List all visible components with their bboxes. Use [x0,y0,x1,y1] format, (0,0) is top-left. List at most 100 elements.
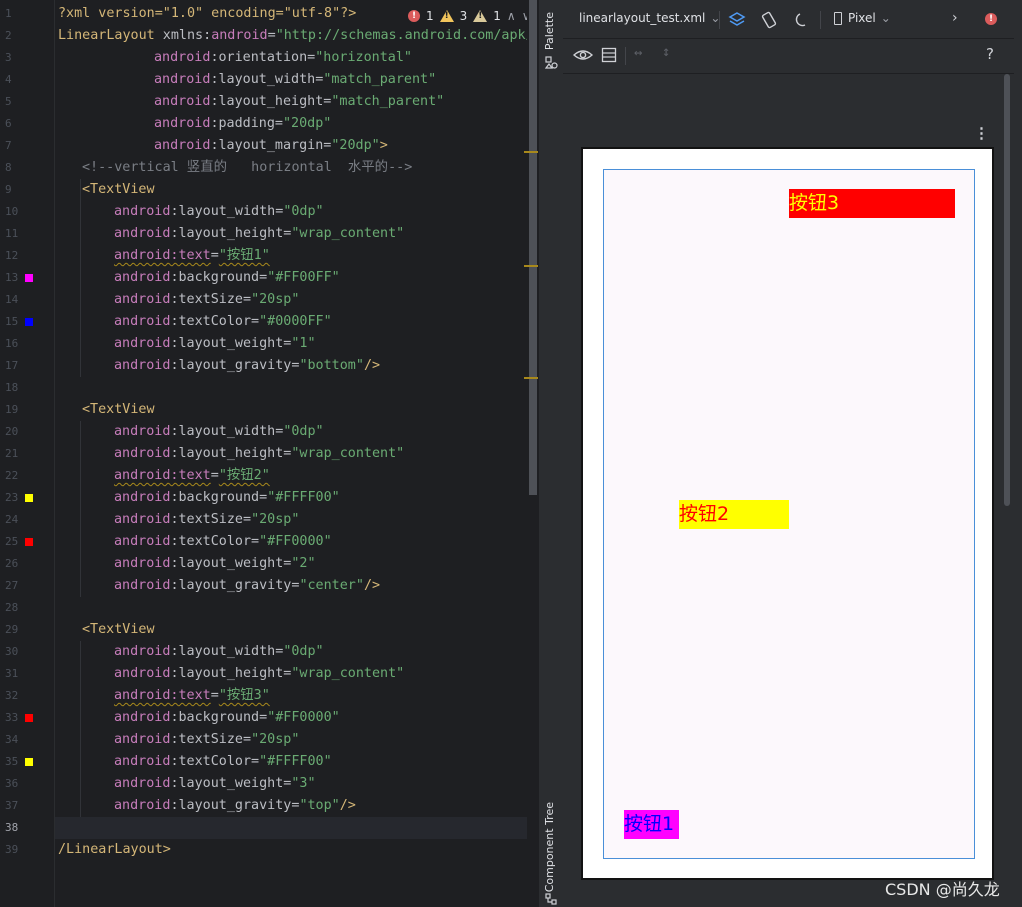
code-text: :layout_height= [170,226,292,241]
blueprint-icon[interactable] [601,47,617,63]
code-text: android [114,732,171,747]
horizontal-resize-icon[interactable]: ↔ [634,45,642,61]
eye-icon[interactable] [573,47,593,63]
current-line-highlight [55,817,538,839]
code-text: "top" [299,798,340,813]
code-text: android [154,50,211,65]
code-text: :background= [170,490,268,505]
line-number: 10 [5,205,19,218]
warning-marker[interactable] [524,377,538,379]
line-number: 18 [5,381,19,394]
more-options-icon[interactable]: ⋮ [974,124,989,142]
line-number: 37 [5,799,19,812]
code-text: android:text [114,688,211,703]
vertical-resize-icon[interactable]: ↕ [662,44,670,60]
code-line: android:text="按钮3" [114,685,270,707]
canvas-scrollbar-thumb[interactable] [1004,74,1010,506]
line-number: 15 [5,315,19,328]
color-swatch-yellow[interactable] [25,494,33,502]
warning-marker[interactable] [524,265,538,267]
layers-icon[interactable] [728,11,746,29]
textview-button2[interactable]: 按钮2 [679,500,789,529]
code-line: android:background="#FF0000" [114,707,340,729]
inspection-widget[interactable]: ! 1 ! 3 ! 1 ∧ ∨ [404,6,531,26]
chevron-up-icon[interactable]: ∧ [507,9,516,23]
line-number: 34 [5,733,19,746]
code-editor[interactable]: 1 2 3 4 5 6 7 8 9 10 11 12 13 14 15 16 17 18 19 20 21 22 23 24 2… [0,0,538,907]
code-line: /LinearLayout> [58,839,171,861]
toolbar-separator [625,47,626,65]
code-text: :background= [170,270,268,285]
night-mode-icon[interactable] [793,11,811,29]
color-swatch-blue[interactable] [25,318,33,326]
code-line: android:textSize="20sp" [114,289,299,311]
color-swatch-red[interactable] [25,714,33,722]
code-line: android:layout_height="match_parent" [154,91,444,113]
linear-layout-preview[interactable]: 按钮1 按钮2 按钮3 [603,169,975,859]
code-text: > [379,138,388,153]
indent-guide [80,421,81,597]
view-options-toolbar: ↔ ↕ ? [563,39,1022,74]
code-text: :layout_height= [170,446,292,461]
code-text: android [114,754,171,769]
code-text: = [210,468,219,483]
line-number: 35 [5,755,19,768]
indent-guide [80,179,81,377]
code-text: :textColor= [170,314,260,329]
code-text: android [114,666,171,681]
code-text: android [114,204,171,219]
warning-marker[interactable] [524,151,538,153]
line-number: 27 [5,579,19,592]
code-text: "#FFFF00" [259,754,332,769]
line-number: 39 [5,843,19,856]
code-text: "horizontal" [315,50,412,65]
code-text: /> [363,578,381,593]
code-line: LinearLayout xmlns:android="http://schem… [58,25,538,47]
code-text: :layout_gravity= [170,358,300,373]
color-swatch-magenta[interactable] [25,274,33,282]
chevron-right-icon[interactable]: › [952,10,958,26]
line-number: 14 [5,293,19,306]
line-number: 19 [5,403,19,416]
code-text: android [114,556,171,571]
code-text: android [114,292,171,307]
line-number: 28 [5,601,19,614]
component-tree-icon [545,893,557,905]
code-text: /> [339,798,356,813]
component-tree-label: Component Tree [543,802,556,893]
code-line: android:layout_weight="1" [114,333,316,355]
code-text: ?xml version="1.0" encoding="utf-8"?> [58,6,357,21]
code-text: :layout_height= [170,666,292,681]
line-number: 22 [5,469,19,482]
warning-icon: ! [439,10,454,22]
code-text: android [114,710,171,725]
file-selector[interactable]: linearlayout_test.xml ⌄ [579,11,720,25]
code-text: :layout_width= [210,72,324,87]
device-selector[interactable]: Pixel ⌄ [834,11,891,25]
code-text: android [114,798,171,813]
error-indicator-icon[interactable]: ! [985,13,997,25]
code-line: android:textSize="20sp" [114,509,299,531]
code-line: android:layout_width="0dp" [114,641,324,663]
code-text: :layout_weight= [170,556,292,571]
code-line: android:text="按钮1" [114,245,270,267]
code-text: android [154,116,211,131]
code-text: :orientation= [210,50,316,65]
palette-tab[interactable]: Palette [543,12,556,50]
code-text: "wrap_content" [291,446,405,461]
help-icon[interactable]: ? [986,45,994,63]
color-swatch-yellow[interactable] [25,758,33,766]
textview-button1[interactable]: 按钮1 [624,810,679,839]
code-text: :background= [170,710,268,725]
code-text: android [114,644,171,659]
color-swatch-red[interactable] [25,538,33,546]
orientation-icon[interactable] [760,11,778,29]
code-line: android:layout_margin="20dp"> [154,135,388,157]
editor-scrollbar-thumb[interactable] [529,0,537,495]
line-number: 38 [5,821,19,834]
code-text: = [267,28,276,43]
textview-button3[interactable]: 按钮3 [789,189,955,218]
code-text: android [114,490,171,505]
code-text: android [114,314,171,329]
component-tree-tab[interactable]: Component Tree [543,802,556,892]
